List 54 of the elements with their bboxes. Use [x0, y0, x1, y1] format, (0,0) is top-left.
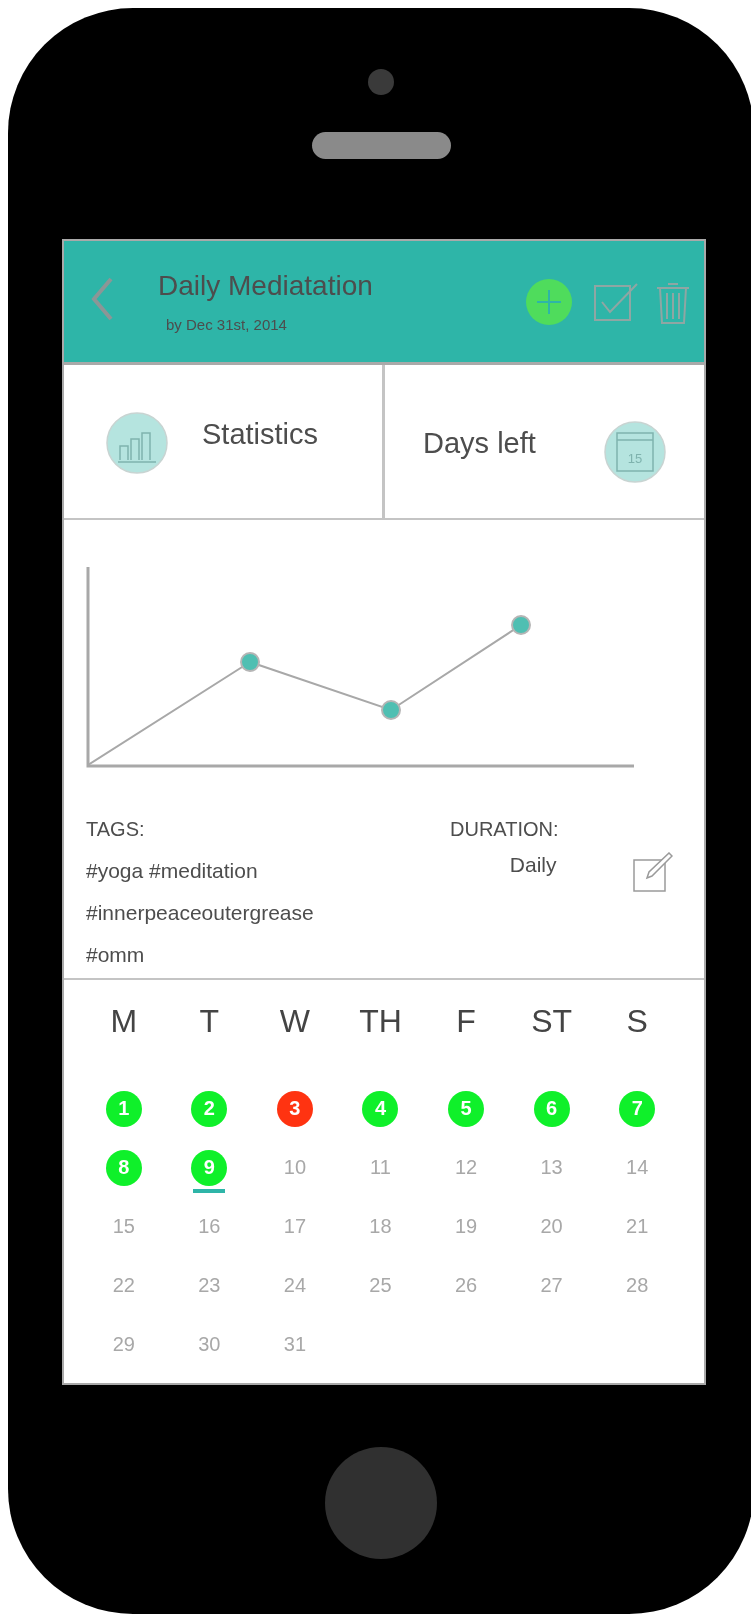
due-date: by Dec 31st, 2014: [166, 316, 288, 333]
calendar-day[interactable]: 7: [619, 1090, 656, 1127]
weekday-label: T: [199, 1002, 220, 1041]
calendar-day[interactable]: 30: [191, 1326, 228, 1363]
calendar-day[interactable]: 10: [276, 1149, 313, 1186]
weekday-label: ST: [531, 1002, 573, 1041]
duration-value: Daily: [509, 852, 557, 878]
calendar-day[interactable]: 24: [276, 1267, 313, 1304]
calendar-day[interactable]: 29: [105, 1326, 142, 1363]
calendar-day[interactable]: 8: [105, 1149, 142, 1186]
calendar-day[interactable]: 15: [105, 1208, 142, 1245]
calendar-day[interactable]: 13: [533, 1149, 570, 1186]
weekday-label: M: [110, 1002, 138, 1041]
stat-tab[interactable]: Statistics: [64, 365, 385, 518]
tag-line: #omm: [86, 942, 146, 968]
calendar-day[interactable]: 17: [276, 1208, 313, 1245]
calendar-day[interactable]: 4: [362, 1090, 399, 1127]
weekday-label: F: [456, 1002, 476, 1041]
calendar-day[interactable]: 27: [533, 1267, 570, 1304]
stat-label: Statistics: [202, 418, 319, 451]
calendar-day[interactable]: 16: [191, 1208, 228, 1245]
calendar-day[interactable]: 28: [619, 1267, 656, 1304]
tags-label: TAGS:: [86, 817, 146, 842]
calendar-day[interactable]: 19: [448, 1208, 485, 1245]
add-icon[interactable]: [526, 278, 572, 325]
edit-icon[interactable]: [632, 852, 673, 892]
calendar-day[interactable]: 3: [276, 1090, 313, 1127]
duration-label: DURATION:: [450, 817, 559, 842]
weekday-label: W: [279, 1002, 310, 1041]
calendar-day[interactable]: 21: [619, 1208, 656, 1245]
calendar-day[interactable]: 5: [448, 1090, 485, 1127]
calendar-day[interactable]: 18: [362, 1208, 399, 1245]
calendar-day[interactable]: 12: [448, 1149, 485, 1186]
calendar-day[interactable]: 22: [105, 1267, 142, 1304]
camera-dot: [368, 69, 394, 95]
calendar-day[interactable]: 23: [191, 1267, 228, 1304]
tag-line: #innerpeaceoutergrease: [86, 900, 315, 926]
weekday-label: TH: [359, 1002, 402, 1041]
calendar-day[interactable]: 9: [191, 1149, 228, 1186]
tag-line: #yoga #meditation: [86, 858, 259, 884]
calendar-day[interactable]: 31: [276, 1326, 313, 1363]
stat-label: Days left: [423, 427, 536, 460]
calendar-day[interactable]: 2: [191, 1090, 228, 1127]
calendar-day[interactable]: 11: [362, 1149, 399, 1186]
calendar-day[interactable]: 26: [448, 1267, 485, 1304]
calendar-day[interactable]: 20: [533, 1208, 570, 1245]
weekday-label: S: [626, 1002, 648, 1041]
calendar-day[interactable]: 25: [362, 1267, 399, 1304]
calendar-day[interactable]: 6: [533, 1090, 570, 1127]
bar-chart-icon: [106, 411, 168, 474]
calendar-day[interactable]: 1: [105, 1090, 142, 1127]
back-icon[interactable]: [90, 275, 114, 322]
calendar-day[interactable]: 14: [619, 1149, 656, 1186]
screen-title: Daily Mediatation: [158, 270, 374, 302]
